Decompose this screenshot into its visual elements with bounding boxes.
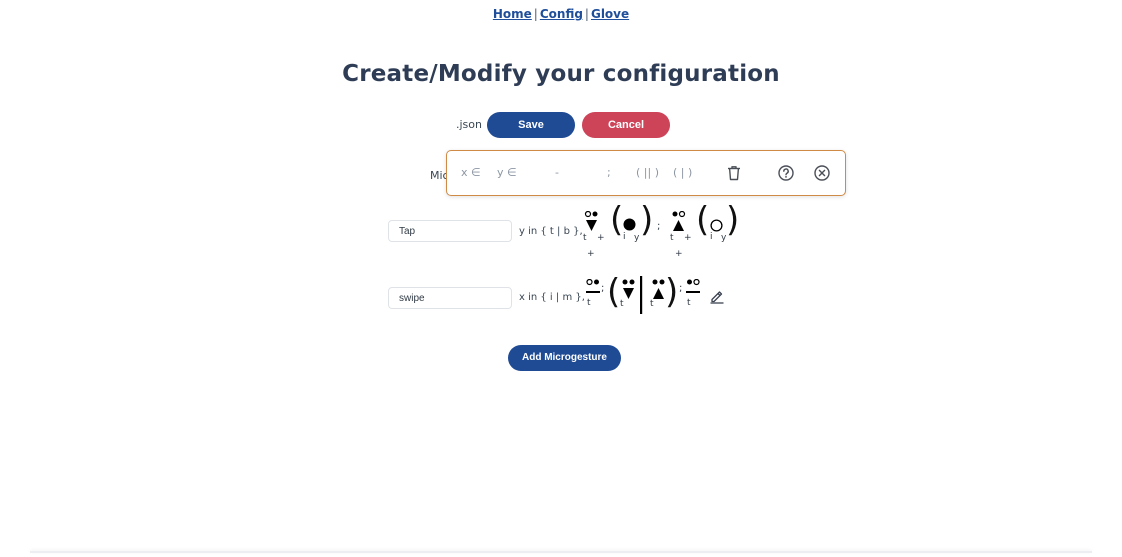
insert-parallel-button[interactable]: ( || ) — [636, 166, 659, 179]
add-microgesture-button[interactable]: Add Microgesture — [508, 345, 621, 371]
symbol-subscript: t — [670, 233, 674, 243]
tap-finger-glyph — [584, 211, 598, 231]
insert-bar-button[interactable]: ( | ) — [673, 166, 692, 179]
swipe-finger-glyph — [686, 279, 700, 293]
swipe-finger-glyph — [586, 279, 600, 293]
nav-glove-link[interactable]: Glove — [591, 7, 629, 21]
symbol-semicolon: ; — [657, 221, 661, 232]
edit-pencil-icon[interactable] — [709, 288, 725, 304]
symbol-editor-toolbar: x ∈ y ∈ - ; ( || ) ( | ) — [446, 150, 846, 196]
trash-icon[interactable] — [725, 164, 743, 182]
page-title: Create/Modify your configuration — [342, 61, 780, 87]
symbol-paren-close: ) — [726, 200, 740, 240]
nav-home-link[interactable]: Home — [493, 7, 532, 21]
microgesture-domain: x in { i | m }, — [519, 292, 585, 303]
footer-divider — [30, 551, 1092, 553]
swipe-finger-glyph — [652, 279, 665, 299]
tap-finger-glyph — [672, 211, 686, 231]
symbol-paren-open: ( — [696, 200, 710, 240]
symbol-subscript: + — [587, 249, 595, 259]
symbol-subscript: t — [583, 233, 587, 243]
insert-x-in-button[interactable]: x ∈ — [461, 166, 481, 179]
symbol-subscript: t — [587, 298, 591, 308]
symbol-paren-close: ) — [640, 200, 654, 240]
nav-separator: | — [584, 7, 589, 21]
symbol-subscript: y — [634, 233, 640, 243]
symbol-semicolon: ; — [601, 283, 605, 294]
insert-y-in-button[interactable]: y ∈ — [497, 166, 517, 179]
insert-dash-button[interactable]: - — [555, 166, 559, 179]
json-extension-label: .json — [456, 118, 482, 131]
symbol-semicolon: ; — [679, 283, 683, 294]
symbol-paren-open: ( — [607, 272, 621, 312]
microgesture-name-input[interactable]: swipe — [388, 287, 512, 309]
swipe-finger-glyph — [622, 279, 635, 299]
microgesture-name-input[interactable]: Tap — [388, 220, 512, 242]
cancel-button[interactable]: Cancel — [582, 112, 670, 138]
symbol-subscript: i — [710, 232, 713, 242]
symbol-subscript: t — [650, 299, 654, 309]
filled-circle-glyph — [623, 218, 636, 231]
save-button[interactable]: Save — [487, 112, 575, 138]
close-circle-icon[interactable] — [813, 164, 831, 182]
symbol-subscript: t — [620, 299, 624, 309]
symbol-subscript: + — [684, 233, 692, 243]
help-icon[interactable] — [777, 164, 795, 182]
symbol-subscript: i — [623, 232, 626, 242]
microgesture-domain: y in { t | b }, — [519, 226, 583, 237]
symbol-paren-open: ( — [610, 200, 624, 240]
symbol-subscript: + — [675, 249, 683, 259]
symbol-paren-close: ) — [665, 272, 679, 312]
symbol-subscript: t — [687, 298, 691, 308]
nav-separator: | — [533, 7, 538, 21]
top-nav: Home | Config | Glove — [0, 7, 1122, 21]
insert-semicolon-button[interactable]: ; — [607, 166, 611, 179]
symbol-divider-bar — [640, 276, 643, 314]
empty-circle-glyph — [710, 219, 723, 232]
nav-config-link[interactable]: Config — [540, 7, 583, 21]
symbol-subscript: + — [597, 233, 605, 243]
